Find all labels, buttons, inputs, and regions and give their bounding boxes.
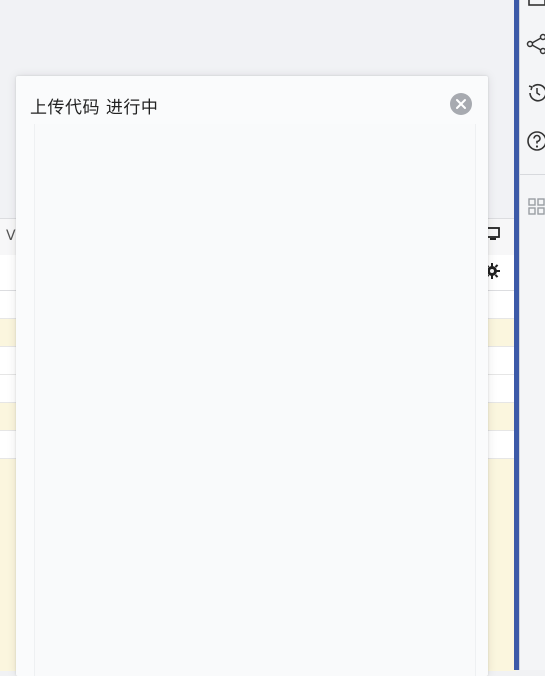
dialog-title: 上传代码 进行中	[30, 93, 158, 118]
help-icon[interactable]	[526, 130, 545, 152]
history-icon[interactable]	[526, 82, 545, 104]
grid-icon[interactable]	[526, 196, 545, 218]
share-icon[interactable]	[526, 33, 545, 55]
tab-label-fragment[interactable]: V	[6, 228, 16, 244]
right-toolbar	[519, 0, 545, 670]
close-icon[interactable]	[450, 93, 472, 115]
toolbar-separator	[520, 174, 545, 175]
dialog-body	[34, 124, 476, 676]
upload-code-dialog: 上传代码 进行中	[16, 76, 488, 676]
panel-icon[interactable]	[526, 0, 545, 10]
